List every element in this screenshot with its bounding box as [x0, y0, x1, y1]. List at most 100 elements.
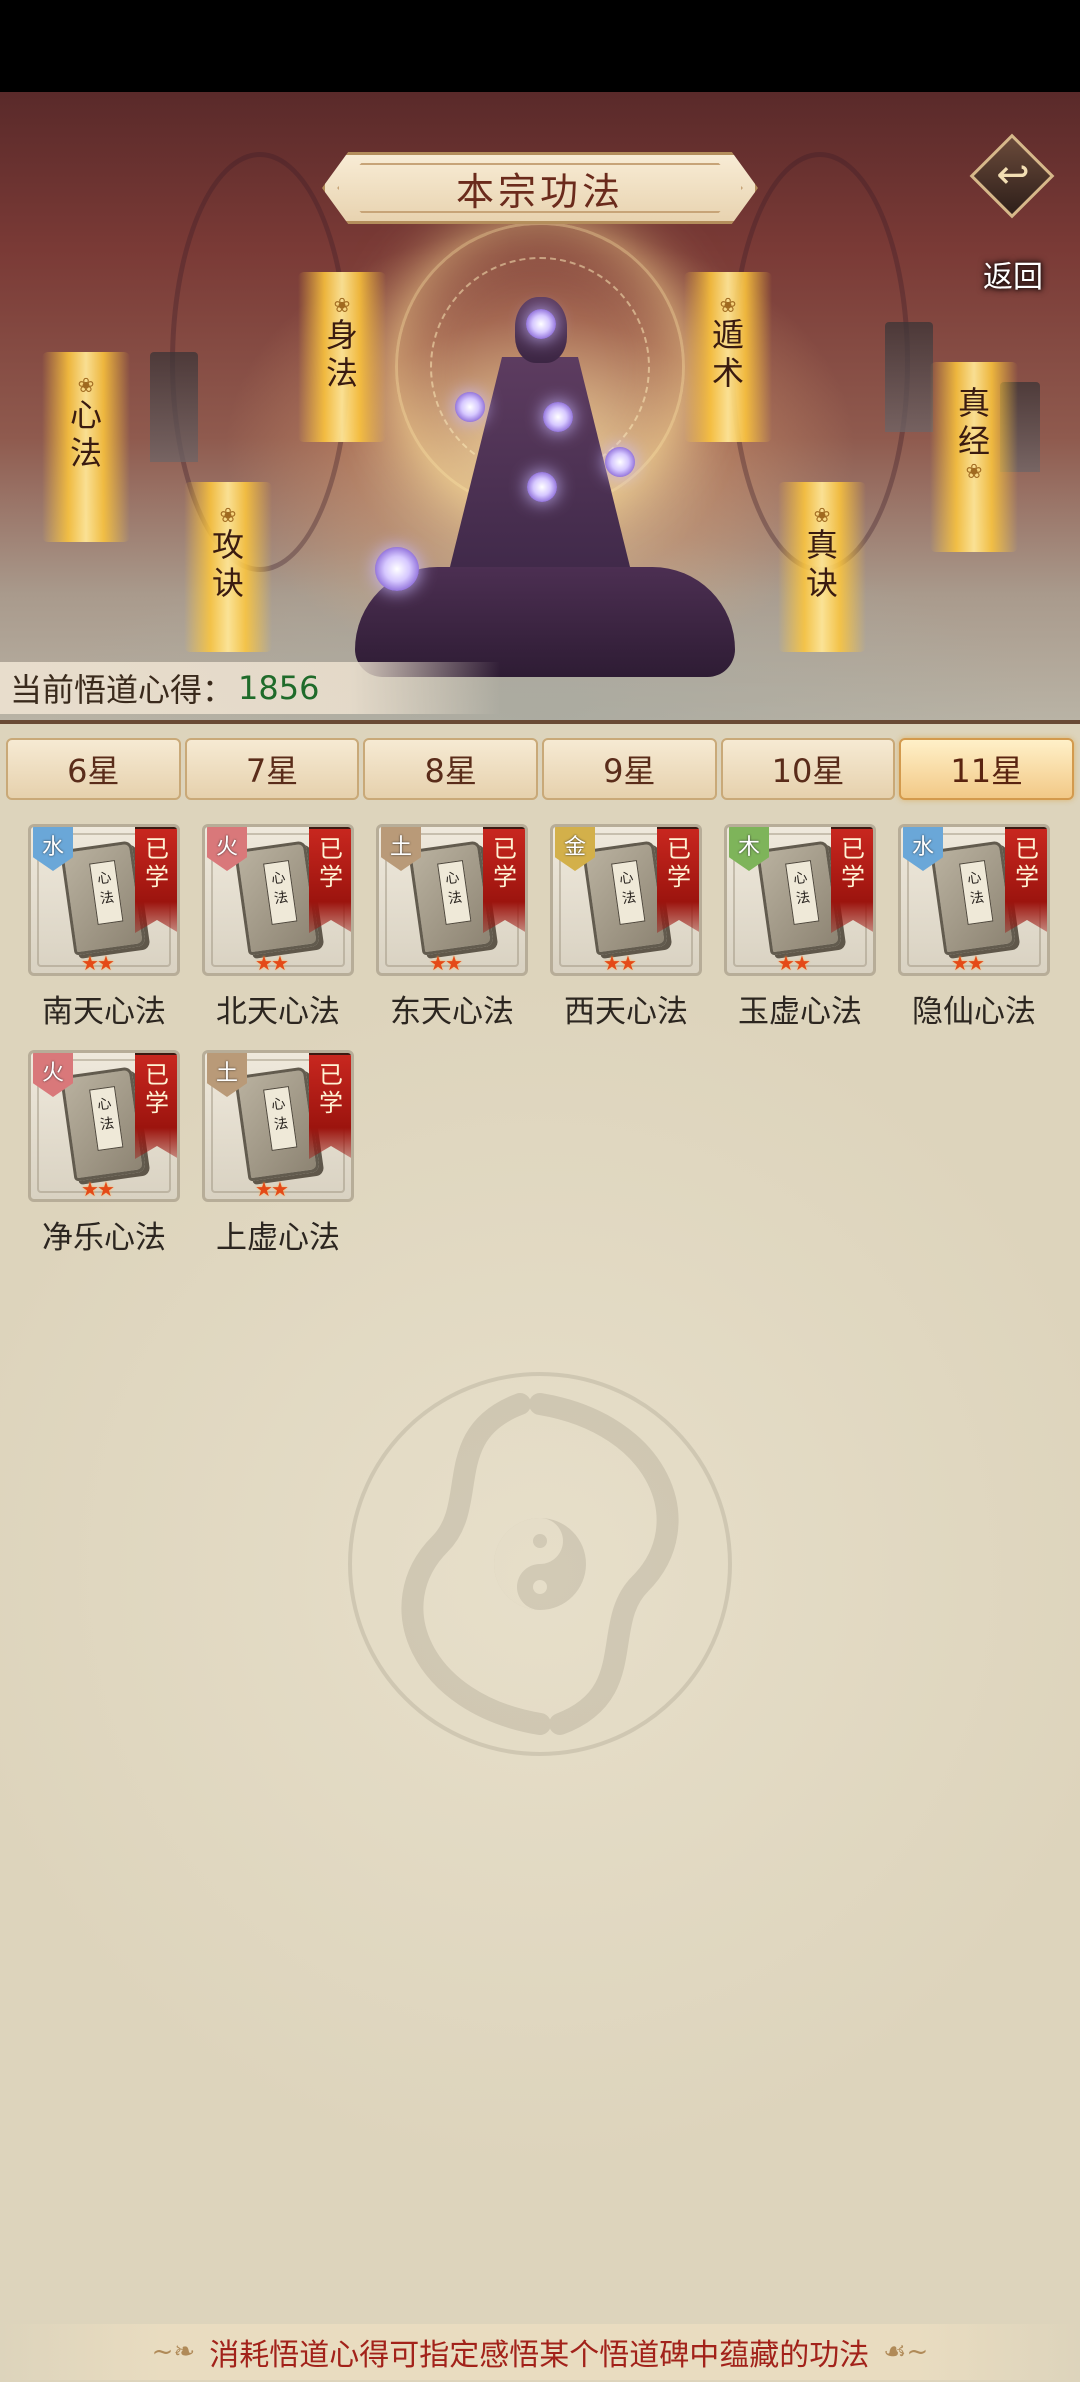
- technique-item[interactable]: 心法土已学 ★★ 东天心法: [376, 824, 528, 1044]
- book-icon: 心法: [929, 840, 1017, 956]
- learned-status-flag: 已学: [657, 827, 699, 933]
- sect-scene: 本宗功法 ↩ 返回 ❀ 身法 ❀ 遁术 ❀ 心法 ❀ 攻诀 ❀ 真诀 真经 ❀: [0, 92, 1080, 720]
- star-icon: ★: [81, 951, 99, 975]
- learned-status-flag: 已学: [309, 827, 351, 933]
- technique-panel: 6星 7星 8星 9星 10星 11星 心法水已学 ★★ 南天心法 心法火已学 ★★ 北天…: [0, 720, 1080, 2382]
- technique-name: 玉虚心法: [738, 994, 862, 1030]
- hint-text: 消耗悟道心得可指定感悟某个悟道碑中蕴藏的功法: [209, 2338, 870, 2373]
- technique-name: 北天心法: [216, 994, 340, 1030]
- category-banner-true-formula[interactable]: ❀ 真诀: [778, 482, 866, 652]
- book-label: 心法: [437, 859, 472, 925]
- book-label-text: 心法: [96, 869, 116, 908]
- learned-status-flag: 已学: [135, 827, 177, 933]
- category-label: 遁术: [712, 316, 745, 392]
- technique-item[interactable]: 心法火已学 ★★ 净乐心法: [28, 1050, 180, 1270]
- book-label: 心法: [89, 859, 124, 925]
- chakra-right: [605, 447, 635, 477]
- star-rating: ★★: [951, 951, 985, 973]
- book-label-text: 心法: [966, 869, 986, 908]
- technique-item[interactable]: 心法水已学 ★★ 隐仙心法: [898, 824, 1050, 1044]
- technique-item[interactable]: 心法木已学 ★★ 玉虚心法: [724, 824, 876, 1044]
- tab-9-star[interactable]: 9星: [542, 738, 717, 800]
- chakra-crown: [526, 309, 556, 339]
- learned-status-flag: 已学: [309, 1053, 351, 1159]
- hint-bar: ~❧ 消耗悟道心得可指定感悟某个悟道碑中蕴藏的功法 ☙~: [0, 2324, 1080, 2380]
- book-label: 心法: [89, 1085, 124, 1151]
- book-label: 心法: [263, 859, 298, 925]
- comprehension-label: 当前悟道心得：: [10, 671, 235, 709]
- dragon-yinyang-emblem: [348, 1372, 732, 1756]
- star-icon: ★: [270, 1177, 289, 1201]
- technique-name: 净乐心法: [42, 1220, 166, 1256]
- book-icon: 心法: [59, 1066, 147, 1182]
- learned-status-flag: 已学: [1005, 827, 1047, 933]
- learned-status-text: 已学: [319, 835, 343, 891]
- star-icon: ★: [255, 1177, 273, 1201]
- technique-item[interactable]: 心法火已学 ★★ 北天心法: [202, 824, 354, 1044]
- technique-item[interactable]: 心法水已学 ★★ 南天心法: [28, 824, 180, 1044]
- star-icon: ★: [618, 951, 637, 975]
- learned-status-text: 已学: [667, 835, 691, 891]
- book-label-text: 心法: [96, 1095, 116, 1134]
- book-label: 心法: [959, 859, 994, 925]
- stone-pillar-left: [150, 352, 198, 462]
- learned-status-text: 已学: [493, 835, 517, 891]
- learned-status-flag: 已学: [483, 827, 525, 933]
- book-icon: 心法: [581, 840, 669, 956]
- book-label: 心法: [263, 1085, 298, 1151]
- category-banner-mind[interactable]: ❀ 心法: [42, 352, 130, 542]
- right-ornament-icon: ☙~: [883, 2337, 929, 2367]
- category-label: 真经: [958, 384, 991, 460]
- category-label: 攻诀: [212, 526, 245, 602]
- technique-card: 心法水已学 ★★: [898, 824, 1050, 976]
- tab-6-star[interactable]: 6星: [6, 738, 181, 800]
- learned-status-text: 已学: [319, 1061, 343, 1117]
- technique-card: 心法火已学 ★★: [28, 1050, 180, 1202]
- category-label: 真诀: [806, 526, 839, 602]
- star-rating: ★★: [777, 951, 811, 975]
- banner-ornament-icon: ❀: [719, 293, 737, 317]
- star-icon: ★: [96, 1177, 115, 1201]
- star-icon: ★: [270, 951, 289, 975]
- back-button[interactable]: ↩ 返回: [958, 133, 1068, 295]
- banner-ornament-icon: ❀: [219, 503, 237, 527]
- tab-11-star[interactable]: 11星: [899, 738, 1075, 800]
- technique-card: 心法水已学 ★★: [28, 824, 180, 976]
- comprehension-points: 当前悟道心得： 1856: [0, 662, 500, 714]
- chakra-base: [375, 547, 419, 591]
- technique-name: 南天心法: [42, 994, 166, 1030]
- technique-item[interactable]: 心法金已学 ★★ 西天心法: [550, 824, 702, 1044]
- star-tabs: 6星 7星 8星 9星 10星 11星: [6, 738, 1075, 800]
- star-icon: ★: [444, 951, 463, 975]
- technique-name: 隐仙心法: [912, 994, 1036, 1030]
- book-label-text: 心法: [270, 1095, 290, 1134]
- page-title: 本宗功法: [322, 152, 758, 224]
- star-rating: ★★: [255, 951, 289, 975]
- chakra-left: [455, 392, 485, 422]
- book-icon: 心法: [233, 840, 321, 956]
- category-banner-scripture[interactable]: 真经 ❀: [930, 362, 1018, 552]
- banner-ornament-icon: ❀: [77, 373, 95, 397]
- star-rating: ★★: [81, 1177, 115, 1201]
- learned-status-text: 已学: [841, 835, 865, 891]
- back-button-label: 返回: [983, 260, 1043, 295]
- page-title-text: 本宗功法: [455, 169, 624, 214]
- book-label-text: 心法: [270, 869, 290, 908]
- book-label-text: 心法: [618, 869, 638, 908]
- star-icon: ★: [603, 951, 621, 975]
- banner-ornament-icon: ❀: [813, 503, 831, 527]
- technique-item[interactable]: 心法土已学 ★★ 上虚心法: [202, 1050, 354, 1270]
- category-banner-movement[interactable]: ❀ 身法: [298, 272, 386, 442]
- category-banner-attack[interactable]: ❀ 攻诀: [184, 482, 272, 652]
- book-icon: 心法: [407, 840, 495, 956]
- category-banner-escape[interactable]: ❀ 遁术: [684, 272, 772, 442]
- left-ornament-icon: ~❧: [151, 2337, 196, 2367]
- tab-7-star[interactable]: 7星: [184, 738, 360, 800]
- tab-10-star[interactable]: 10星: [720, 738, 896, 800]
- category-label: 心法: [70, 396, 103, 472]
- technique-card: 心法木已学 ★★: [724, 824, 876, 976]
- star-icon: ★: [777, 951, 795, 975]
- star-icon: ★: [81, 1177, 99, 1201]
- star-rating: ★★: [81, 951, 115, 975]
- tab-8-star[interactable]: 8星: [363, 738, 539, 800]
